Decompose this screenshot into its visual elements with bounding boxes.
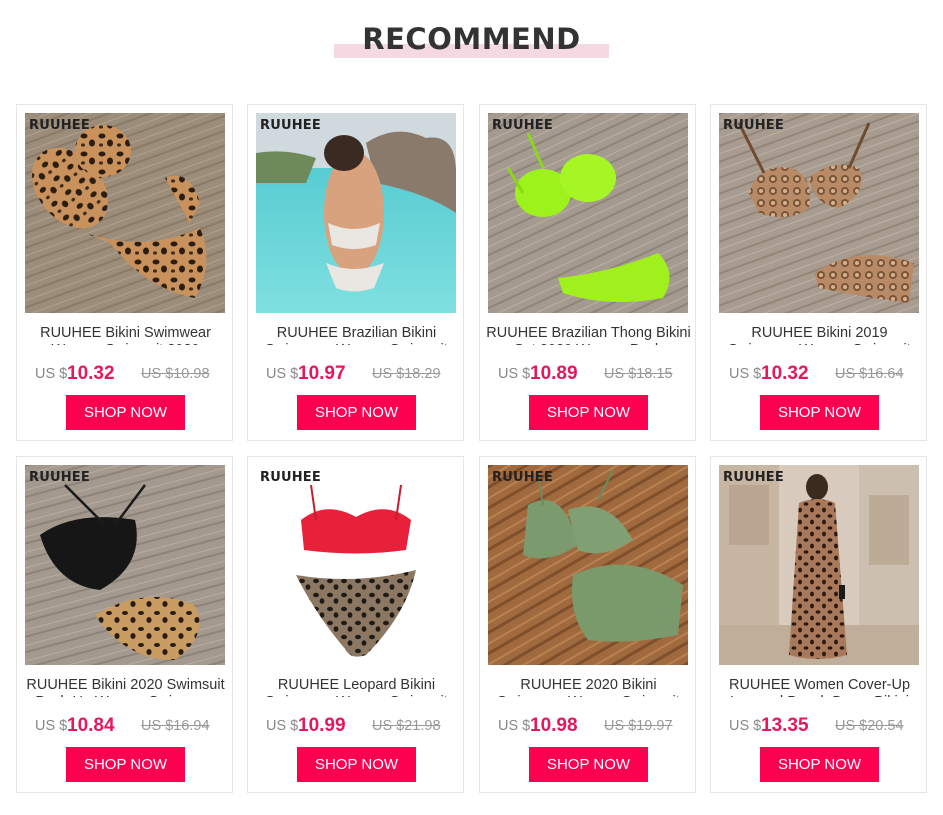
original-price: US $16.94 — [141, 718, 210, 734]
brand-logo: RUUHEE — [260, 470, 321, 485]
product-image[interactable]: RUUHEE — [488, 113, 688, 313]
sage-green-bikini-image — [488, 465, 688, 665]
product-card[interactable]: RUUHEE RUUHEE Brazilian Thong Bikini Set… — [479, 104, 696, 441]
product-image[interactable]: RUUHEE — [25, 465, 225, 665]
title-fade — [23, 345, 228, 357]
original-price: US $21.98 — [372, 718, 441, 734]
leopard-bikini-image — [25, 113, 225, 313]
price-row: US $ 10.98 US $19.97 — [480, 715, 697, 739]
sale-price: 10.99 — [298, 715, 346, 736]
price-row: US $ 10.97 US $18.29 — [248, 363, 465, 387]
sale-price: 10.97 — [298, 363, 346, 384]
section-title: RECOMMEND — [362, 22, 581, 56]
product-card[interactable]: RUUHEE RUUHEE Bikini 2020 Swimsuit Push … — [16, 456, 233, 793]
shop-now-button[interactable]: SHOP NOW — [297, 747, 416, 782]
product-image[interactable]: RUUHEE — [256, 113, 456, 313]
brand-logo: RUUHEE — [29, 118, 90, 133]
title-fade — [254, 345, 459, 357]
product-image[interactable]: RUUHEE — [25, 113, 225, 313]
shop-now-button[interactable]: SHOP NOW — [66, 747, 185, 782]
original-price: US $10.98 — [141, 366, 210, 382]
black-leopard-bikini-image — [25, 465, 225, 665]
red-leopard-bikini-image — [256, 465, 456, 665]
title-fade — [254, 697, 459, 709]
currency-label: US $ — [266, 718, 299, 734]
product-image[interactable]: RUUHEE — [488, 465, 688, 665]
shop-now-button[interactable]: SHOP NOW — [760, 747, 879, 782]
brand-logo: RUUHEE — [260, 118, 321, 133]
original-price: US $19.97 — [604, 718, 673, 734]
currency-label: US $ — [35, 366, 68, 382]
product-card[interactable]: RUUHEE RUUHEE Brazilian Bikini Swimwear … — [247, 104, 464, 441]
brand-logo: RUUHEE — [29, 470, 90, 485]
neon-green-bikini-image — [488, 113, 688, 313]
currency-label: US $ — [729, 366, 762, 382]
product-image[interactable]: RUUHEE — [256, 465, 456, 665]
shop-now-button[interactable]: SHOP NOW — [529, 395, 648, 430]
title-fade — [486, 345, 691, 357]
product-card[interactable]: RUUHEE RUUHEE 2020 Bikini Swimwear Women… — [479, 456, 696, 793]
sale-price: 13.35 — [761, 715, 809, 736]
brand-logo: RUUHEE — [492, 118, 553, 133]
currency-label: US $ — [266, 366, 299, 382]
title-fade — [717, 697, 922, 709]
product-card[interactable]: RUUHEE RUUHEE Bikini 2019 Swimwear Women… — [710, 104, 927, 441]
brand-logo: RUUHEE — [492, 470, 553, 485]
shop-now-button[interactable]: SHOP NOW — [760, 395, 879, 430]
sale-price: 10.84 — [67, 715, 115, 736]
brand-logo: RUUHEE — [723, 470, 784, 485]
leopard-cover-up-image — [719, 465, 919, 665]
sale-price: 10.32 — [67, 363, 115, 384]
title-fade — [23, 697, 228, 709]
price-row: US $ 13.35 US $20.54 — [711, 715, 928, 739]
snake-print-bikini-image — [719, 113, 919, 313]
sale-price: 10.32 — [761, 363, 809, 384]
shop-now-button[interactable]: SHOP NOW — [66, 395, 185, 430]
product-card[interactable]: RUUHEE RUUHEE Leopard Bikini Swimwear Wo… — [247, 456, 464, 793]
original-price: US $18.29 — [372, 366, 441, 382]
brand-logo: RUUHEE — [723, 118, 784, 133]
price-row: US $ 10.32 US $10.98 — [17, 363, 234, 387]
model-sea-image — [256, 113, 456, 313]
original-price: US $18.15 — [604, 366, 673, 382]
product-image[interactable]: RUUHEE — [719, 465, 919, 665]
sale-price: 10.89 — [530, 363, 578, 384]
product-card[interactable]: RUUHEE RUUHEE Women Cover-Up Leopard Bea… — [710, 456, 927, 793]
shop-now-button[interactable]: SHOP NOW — [297, 395, 416, 430]
product-image[interactable]: RUUHEE — [719, 113, 919, 313]
product-card[interactable]: RUUHEE RUUHEE Bikini Swimwear Women Swim… — [16, 104, 233, 441]
price-row: US $ 10.84 US $16.94 — [17, 715, 234, 739]
currency-label: US $ — [498, 718, 531, 734]
price-row: US $ 10.32 US $16.64 — [711, 363, 928, 387]
title-fade — [717, 345, 922, 357]
original-price: US $20.54 — [835, 718, 904, 734]
recommend-header: RECOMMEND — [0, 0, 943, 70]
original-price: US $16.64 — [835, 366, 904, 382]
currency-label: US $ — [35, 718, 68, 734]
price-row: US $ 10.89 US $18.15 — [480, 363, 697, 387]
currency-label: US $ — [729, 718, 762, 734]
price-row: US $ 10.99 US $21.98 — [248, 715, 465, 739]
title-fade — [486, 697, 691, 709]
sale-price: 10.98 — [530, 715, 578, 736]
shop-now-button[interactable]: SHOP NOW — [529, 747, 648, 782]
currency-label: US $ — [498, 366, 531, 382]
